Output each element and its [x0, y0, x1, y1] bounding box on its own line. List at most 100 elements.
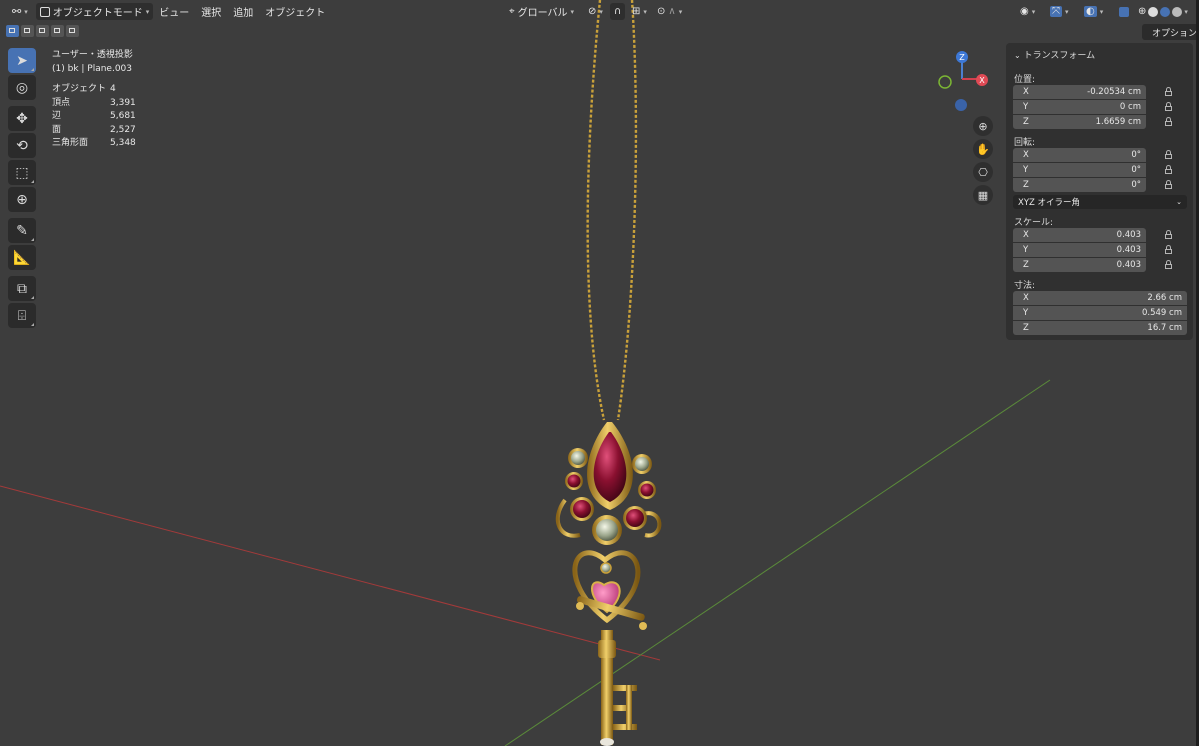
tool-measure[interactable]: 📐	[8, 245, 36, 270]
chevron-down-icon: ▾	[599, 7, 603, 16]
transform-orientation-dropdown[interactable]: ⌖ グローバル ▾	[505, 3, 578, 20]
zoom-button[interactable]: ⊕	[973, 116, 993, 136]
select-new-icon[interactable]	[6, 25, 19, 37]
chevron-down-icon: ▾	[1031, 7, 1036, 16]
snap-toggle[interactable]: ∩	[610, 3, 626, 20]
mode-dropdown[interactable]: オブジェクトモード ▾	[35, 3, 154, 20]
lock-icon[interactable]	[1164, 230, 1173, 240]
visibility-button[interactable]: ◉ ▾	[1016, 3, 1039, 20]
lock-icon[interactable]	[1164, 245, 1173, 255]
xray-icon	[1119, 6, 1129, 17]
solid-shading-icon[interactable]	[1148, 6, 1159, 17]
rotation-y-field[interactable]: Y 0°	[1013, 163, 1146, 177]
lock-icon[interactable]	[1164, 180, 1173, 190]
dimensions-label: 寸法:	[1014, 281, 1036, 291]
shading-buttons[interactable]: ⊕ ▾	[1134, 3, 1192, 20]
lock-icon[interactable]	[1164, 150, 1173, 160]
pivot-point-button[interactable]: ⊘ ▾	[584, 3, 607, 20]
lock-icon[interactable]	[1164, 260, 1173, 270]
wireframe-shading-icon[interactable]: ⊕	[1138, 6, 1146, 17]
overlay-toggle[interactable]: ◐ ▾	[1080, 3, 1107, 20]
magnet-icon: ∩	[614, 6, 622, 17]
select-extend-icon[interactable]	[21, 25, 34, 37]
tool-add-object[interactable]: ⌹	[8, 303, 36, 328]
location-y-field[interactable]: Y 0 cm	[1013, 100, 1146, 114]
snap-target-button[interactable]: ⊞ ▾	[628, 3, 651, 20]
chevron-down-icon: ▾	[145, 7, 150, 16]
axis-label: Z	[1023, 323, 1029, 333]
xray-toggle[interactable]	[1115, 3, 1133, 20]
add-object-icon: ⌹	[17, 307, 27, 324]
field-value: 1.6659 cm	[1095, 117, 1141, 127]
rotation-x-field[interactable]: X 0°	[1013, 148, 1146, 162]
proportional-edit-button[interactable]: ⊙ ∧ ▾	[653, 3, 686, 20]
panel-header[interactable]: ⌄ トランスフォーム	[1014, 48, 1095, 61]
pan-button[interactable]: ✋	[973, 139, 993, 159]
scale-y-field[interactable]: Y 0.403	[1013, 243, 1146, 257]
tool-transform[interactable]: ⊕	[8, 187, 36, 212]
field-value: 0.403	[1116, 245, 1141, 255]
tool-rotate[interactable]: ⟲	[8, 133, 36, 158]
menu-add[interactable]: 追加	[227, 4, 259, 19]
lock-icon[interactable]	[1164, 87, 1173, 97]
rotation-mode-dropdown[interactable]: XYZ オイラー角 ⌄	[1013, 195, 1187, 209]
lock-icon[interactable]	[1164, 117, 1173, 127]
dimensions-y-field[interactable]: Y 0.549 cm	[1013, 306, 1187, 320]
ortho-toggle-button[interactable]: ▦	[973, 185, 993, 205]
select-intersect-icon[interactable]	[66, 25, 79, 37]
snap-increment-icon: ⊞	[632, 6, 641, 17]
tool-move[interactable]: ✥	[8, 106, 36, 131]
location-x-field[interactable]: X -0.20534 cm	[1013, 85, 1146, 99]
lock-icon[interactable]	[1164, 165, 1173, 175]
grid-icon: ▦	[977, 188, 989, 202]
options-tab[interactable]: オプション	[1142, 24, 1199, 40]
rotation-z-field[interactable]: Z 0°	[1013, 178, 1146, 192]
menu-view[interactable]: ビュー	[153, 4, 195, 19]
axis-label: Z	[1023, 117, 1029, 127]
tool-annotate[interactable]: ✎	[8, 218, 36, 243]
lock-icon[interactable]	[1164, 102, 1173, 112]
material-shading-icon[interactable]	[1160, 6, 1171, 17]
select-subtract-icon[interactable]	[36, 25, 49, 37]
overlay-icon: ◐	[1084, 6, 1097, 17]
scale-x-field[interactable]: X 0.403	[1013, 228, 1146, 242]
ruler-icon: 📐	[13, 249, 31, 266]
pivot-icon: ⊘	[588, 6, 597, 17]
cursor-arrow-icon: ➤	[16, 52, 28, 69]
axis-label: Y	[1023, 245, 1029, 255]
tool-select-box[interactable]: ➤	[8, 48, 36, 73]
editor-type-button[interactable]: ⚯ ▾	[8, 3, 32, 20]
transform-panel: ⌄ トランスフォーム 位置: X -0.20534 cm Y 0 cm Z 1.665…	[1006, 43, 1193, 340]
field-value: 0°	[1131, 180, 1141, 190]
camera-view-button[interactable]: ⎔	[973, 162, 993, 182]
rendered-shading-icon[interactable]	[1172, 6, 1183, 17]
menu-object[interactable]: オブジェクト	[259, 4, 331, 19]
chevron-down-icon: ▾	[570, 7, 575, 16]
stat-row: 辺 5,681	[52, 110, 136, 124]
axis-label: X	[1023, 87, 1029, 97]
dimensions-z-field[interactable]: Z 16.7 cm	[1013, 321, 1187, 335]
stat-row: 面 2,527	[52, 124, 136, 138]
tool-scale[interactable]: ⬚	[8, 160, 36, 185]
scale-z-field[interactable]: Z 0.403	[1013, 258, 1146, 272]
stat-value: 2,527	[110, 124, 136, 135]
location-z-field[interactable]: Z 1.6659 cm	[1013, 115, 1146, 129]
rotation-mode-label: XYZ オイラー角	[1018, 198, 1081, 208]
menu-select[interactable]: 選択	[195, 4, 227, 19]
scale-icon: ⬚	[15, 164, 29, 181]
dimensions-x-field[interactable]: X 2.66 cm	[1013, 291, 1187, 305]
stat-row: 頂点 3,391	[52, 97, 136, 111]
select-invert-icon[interactable]	[51, 25, 64, 37]
necklace-chain	[586, 0, 638, 421]
axis-label: Z	[1023, 180, 1029, 190]
gizmo-neg-y-axis[interactable]	[938, 75, 952, 89]
pencil-icon: ✎	[16, 222, 28, 239]
gizmo-neg-z-axis[interactable]	[955, 99, 967, 111]
tool-add-cube[interactable]: ⧉	[8, 276, 36, 301]
navigation-gizmo[interactable]: Z X	[930, 46, 990, 121]
tool-cursor[interactable]: ◎	[8, 75, 36, 100]
field-value: 0°	[1131, 165, 1141, 175]
move-icon: ✥	[16, 110, 28, 127]
gizmo-toggle[interactable]: ⤧ ▾	[1046, 3, 1073, 20]
field-value: 0.403	[1116, 260, 1141, 270]
